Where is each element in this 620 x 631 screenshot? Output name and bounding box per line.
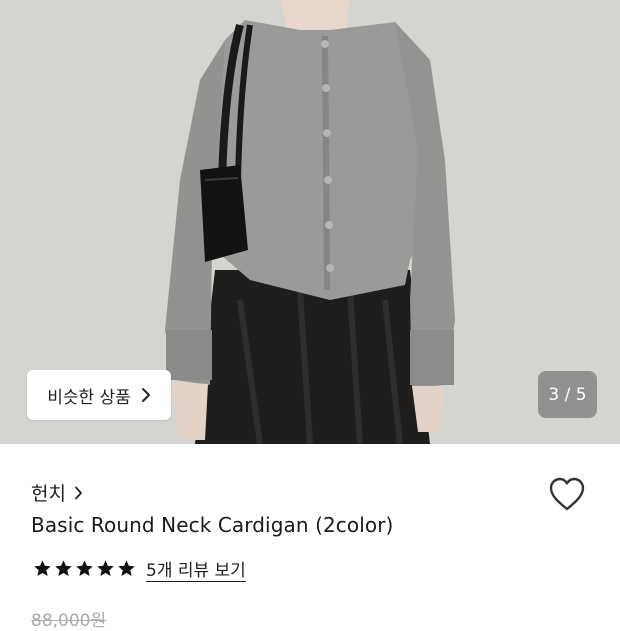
star-icon <box>76 560 93 577</box>
view-reviews-link[interactable]: 5개 리뷰 보기 <box>146 556 246 581</box>
star-icon <box>55 560 72 577</box>
brand-link[interactable]: 헌치 <box>31 479 83 506</box>
star-icon <box>118 560 135 577</box>
product-image-gallery[interactable]: 비슷한 상품 3 / 5 <box>0 0 620 444</box>
chevron-right-icon <box>75 486 82 499</box>
image-counter: 3 / 5 <box>538 371 597 418</box>
original-price: 88,000원 <box>31 611 107 631</box>
product-title: Basic Round Neck Cardigan (2color) <box>31 513 394 537</box>
rating-row: 5개 리뷰 보기 <box>33 556 246 581</box>
rating-stars <box>33 559 136 578</box>
star-icon <box>97 560 114 577</box>
heart-icon[interactable] <box>548 476 586 512</box>
star-icon <box>34 560 51 577</box>
similar-products-label: 비슷한 상품 <box>47 387 131 408</box>
chevron-right-icon <box>141 388 150 402</box>
brand-name: 헌치 <box>31 483 66 505</box>
similar-products-button[interactable]: 비슷한 상품 <box>27 370 171 420</box>
